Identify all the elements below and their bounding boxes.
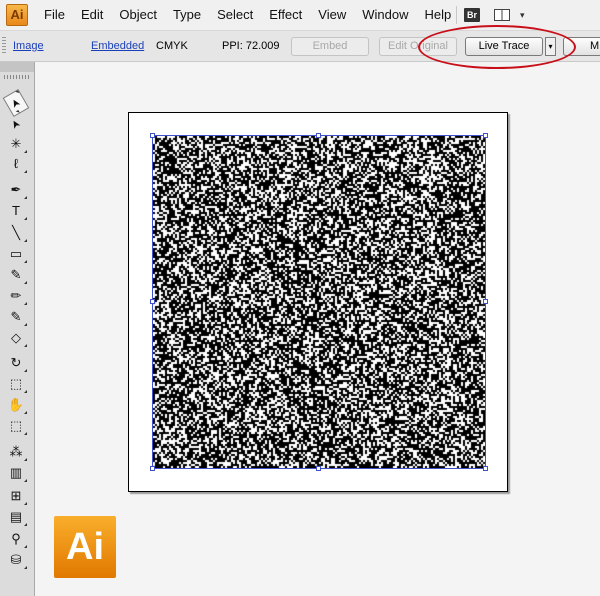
annotation-ellipse	[418, 25, 576, 69]
tool-flyout-corner-icon	[24, 479, 27, 482]
resize-handle[interactable]	[150, 466, 155, 471]
free-transform-tool-icon[interactable]: ⬚	[5, 417, 27, 435]
object-type-link[interactable]: Image	[13, 40, 44, 52]
resize-handle[interactable]	[150, 299, 155, 304]
scale-tool-icon[interactable]: ⬚	[5, 375, 27, 393]
menu-help[interactable]: Help	[416, 0, 459, 30]
symbol-sprayer-tool-icon[interactable]: ⁂	[5, 443, 27, 461]
menu-effect[interactable]: Effect	[261, 0, 310, 30]
rotate-tool-icon[interactable]: ↻	[5, 354, 27, 372]
tool-flyout-corner-icon	[24, 502, 27, 505]
live-paint-bucket-tool-icon[interactable]: ⛁	[5, 551, 27, 569]
tool-flyout-corner-icon	[24, 390, 27, 393]
link-status-link[interactable]: Embedded	[91, 40, 144, 52]
tool-flyout-corner-icon	[24, 369, 27, 372]
type-tool-icon[interactable]: T	[5, 202, 27, 220]
illustrator-logo: Ai	[54, 516, 116, 578]
pen-tool-icon[interactable]: ✒	[5, 181, 27, 199]
menu-type[interactable]: Type	[165, 0, 209, 30]
menu-file[interactable]: File	[36, 0, 73, 30]
pencil-tool-icon[interactable]: ✏	[5, 287, 27, 305]
tool-flyout-corner-icon	[24, 344, 27, 347]
direct-selection-tool-icon[interactable]: ➤	[3, 109, 30, 138]
ppi-label: PPI: 72.009	[222, 40, 280, 52]
menu-select[interactable]: Select	[209, 0, 261, 30]
magic-wand-tool-icon[interactable]: ✳	[5, 135, 27, 153]
tool-flyout-corner-icon	[24, 566, 27, 569]
tool-flyout-corner-icon	[24, 432, 27, 435]
rectangle-tool-icon[interactable]: ▭	[5, 245, 27, 263]
line-segment-tool-icon[interactable]: ╲	[5, 224, 27, 242]
lasso-tool-icon[interactable]: ℓ	[5, 155, 27, 173]
tool-flyout-corner-icon	[24, 260, 27, 263]
column-graph-tool-icon[interactable]: ▥	[5, 464, 27, 482]
menu-edit[interactable]: Edit	[73, 0, 111, 30]
tools-panel: ➤ ➤ ✳ ℓ ✒ T ╲ ▭ ✎ ✏ ✎ ◇ ↻ ⬚ ✋ ⬚ ⁂ ▥ ⊞ ▤ ⚲ ⛁	[0, 62, 35, 596]
eyedropper-tool-icon[interactable]: ⚲	[5, 530, 27, 548]
resize-handle[interactable]	[483, 133, 488, 138]
tools-panel-header[interactable]	[0, 62, 34, 72]
resize-handle[interactable]	[316, 466, 321, 471]
color-mode-label: CMYK	[156, 40, 188, 52]
tool-flyout-corner-icon	[15, 109, 20, 115]
gradient-tool-icon[interactable]: ▤	[5, 508, 27, 526]
embed-button[interactable]: Embed	[291, 37, 369, 56]
arrange-documents-icon	[494, 9, 510, 21]
menu-object[interactable]: Object	[111, 0, 165, 30]
warp-tool-icon[interactable]: ✋	[5, 396, 27, 414]
arrange-documents-button[interactable]: ▾	[494, 6, 544, 24]
mesh-tool-icon[interactable]: ⊞	[5, 487, 27, 505]
resize-handle[interactable]	[483, 299, 488, 304]
tool-flyout-corner-icon	[24, 281, 27, 284]
paintbrush-tool-icon[interactable]: ✎	[5, 266, 27, 284]
tool-flyout-corner-icon	[24, 217, 27, 220]
resize-handle[interactable]	[150, 133, 155, 138]
selection-bounding-box	[152, 135, 486, 469]
tool-flyout-corner-icon	[24, 302, 27, 305]
tool-flyout-corner-icon	[24, 545, 27, 548]
chevron-down-icon: ▾	[520, 9, 525, 20]
app-logo: Ai	[6, 4, 28, 26]
tool-flyout-corner-icon	[24, 323, 27, 326]
panel-grip-icon[interactable]	[2, 37, 6, 55]
menu-items: File Edit Object Type Select Effect View…	[36, 0, 459, 30]
bridge-icon: Br	[464, 8, 480, 22]
tool-flyout-corner-icon	[24, 170, 27, 173]
go-to-bridge-button[interactable]: Br	[456, 6, 487, 24]
tools-panel-grip-icon[interactable]	[4, 75, 30, 79]
tool-flyout-corner-icon	[15, 90, 20, 95]
blob-brush-tool-icon[interactable]: ✎	[5, 308, 27, 326]
menu-view[interactable]: View	[310, 0, 354, 30]
tool-flyout-corner-icon	[24, 150, 27, 153]
resize-handle[interactable]	[316, 133, 321, 138]
resize-handle[interactable]	[483, 466, 488, 471]
menu-window[interactable]: Window	[354, 0, 416, 30]
tool-flyout-corner-icon	[24, 523, 27, 526]
tool-flyout-corner-icon	[24, 458, 27, 461]
tool-flyout-corner-icon	[24, 239, 27, 242]
eraser-tool-icon[interactable]: ◇	[5, 329, 27, 347]
tool-flyout-corner-icon	[24, 196, 27, 199]
tool-flyout-corner-icon	[24, 411, 27, 414]
